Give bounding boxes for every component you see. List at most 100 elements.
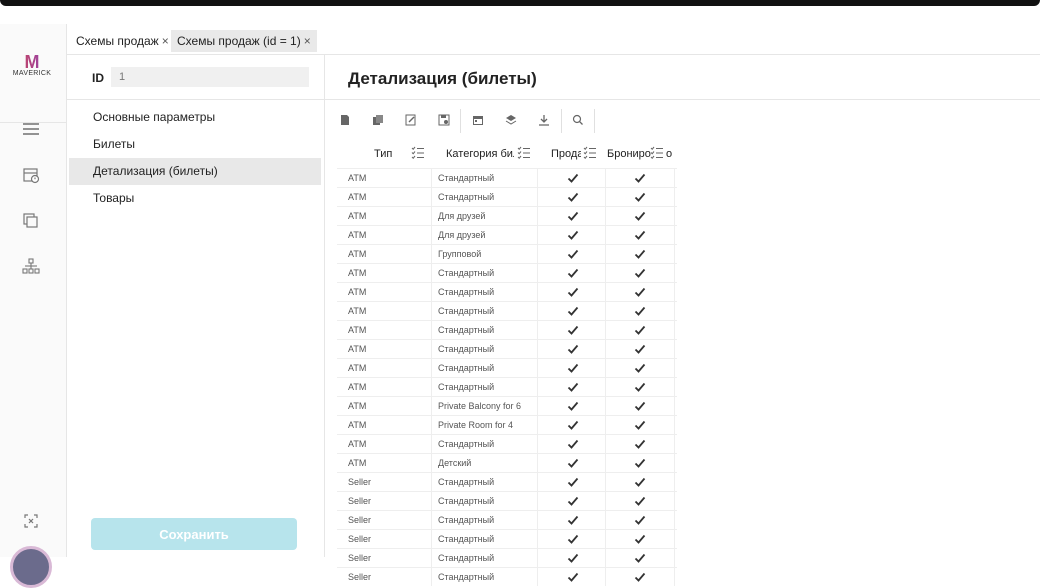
table-row[interactable]: ATM Стандартный bbox=[337, 263, 677, 282]
table-row[interactable]: ATM Стандартный bbox=[337, 282, 677, 301]
cell-type: ATM bbox=[348, 401, 367, 411]
check-icon bbox=[567, 476, 579, 488]
col-header-booking[interactable]: Брониро bbox=[607, 148, 651, 160]
table-row[interactable]: ATM Стандартный bbox=[337, 358, 677, 377]
tab-sales-schemes[interactable]: Схемы продаж × bbox=[70, 30, 175, 52]
edit-icon[interactable] bbox=[399, 107, 423, 133]
table-row[interactable]: Seller Стандартный bbox=[337, 548, 677, 567]
cell-type: ATM bbox=[348, 344, 367, 354]
table-row[interactable]: ATM Стандартный bbox=[337, 377, 677, 396]
table-row[interactable]: ATM Групповой bbox=[337, 244, 677, 263]
table-row[interactable]: Seller Стандартный bbox=[337, 491, 677, 510]
table-row[interactable]: ATM Стандартный bbox=[337, 168, 677, 187]
collapse-icon[interactable] bbox=[20, 510, 42, 532]
record-id-row: ID bbox=[66, 55, 324, 100]
tickets-grid: Тип Категория биле Прода Брониро о ATM Ст… bbox=[337, 140, 677, 586]
col-header-type[interactable]: Тип bbox=[374, 148, 392, 160]
cell-type: Seller bbox=[348, 477, 372, 487]
column-divider bbox=[605, 168, 606, 586]
table-row[interactable]: Seller Стандартный bbox=[337, 472, 677, 491]
table-row[interactable]: ATM Стандартный bbox=[337, 434, 677, 453]
user-avatar[interactable] bbox=[10, 546, 52, 588]
cell-category: Детский bbox=[438, 458, 472, 468]
tab-label: Схемы продаж bbox=[76, 34, 159, 48]
table-row[interactable]: ATM Стандартный bbox=[337, 187, 677, 206]
cell-type: ATM bbox=[348, 325, 367, 335]
check-icon bbox=[634, 476, 646, 488]
cell-category: Стандартный bbox=[438, 287, 495, 297]
check-icon bbox=[567, 172, 579, 184]
cell-category: Стандартный bbox=[438, 306, 495, 316]
tab-sales-scheme-1[interactable]: Схемы продаж (id = 1) × bbox=[171, 30, 317, 52]
cell-type: ATM bbox=[348, 382, 367, 392]
nav-item-ticket-details[interactable]: Детализация (билеты) bbox=[69, 158, 321, 185]
column-divider bbox=[431, 168, 432, 586]
check-icon bbox=[567, 324, 579, 336]
table-row[interactable]: Seller Стандартный bbox=[337, 567, 677, 586]
cell-category: Стандартный bbox=[438, 382, 495, 392]
table-row[interactable]: ATM Private Room for 4 bbox=[337, 415, 677, 434]
check-icon bbox=[634, 191, 646, 203]
table-row[interactable]: Seller Стандартный bbox=[337, 510, 677, 529]
close-icon[interactable]: × bbox=[162, 34, 169, 48]
check-icon bbox=[567, 533, 579, 545]
file-icon[interactable] bbox=[333, 107, 357, 133]
nav-item-tickets[interactable]: Билеты bbox=[69, 131, 321, 158]
check-icon bbox=[634, 457, 646, 469]
cell-category: Стандартный bbox=[438, 553, 495, 563]
calendar-clock-icon[interactable] bbox=[20, 164, 42, 186]
cell-type: ATM bbox=[348, 306, 367, 316]
hierarchy-icon[interactable] bbox=[20, 256, 42, 278]
col-header-category[interactable]: Категория биле bbox=[446, 148, 514, 160]
col-header-trailing[interactable]: о bbox=[666, 148, 672, 160]
toolbar-separator bbox=[460, 109, 461, 133]
copy-icon[interactable] bbox=[366, 107, 390, 133]
id-field[interactable] bbox=[111, 67, 309, 87]
save-button[interactable]: Сохранить bbox=[91, 518, 297, 550]
cell-category: Private Room for 4 bbox=[438, 420, 514, 430]
cell-category: Стандартный bbox=[438, 173, 495, 183]
close-icon[interactable]: × bbox=[304, 34, 311, 48]
column-filter-icon[interactable] bbox=[517, 146, 531, 160]
menu-icon[interactable] bbox=[20, 118, 42, 140]
check-icon bbox=[567, 438, 579, 450]
search-icon[interactable] bbox=[566, 107, 590, 133]
calendar-icon[interactable] bbox=[466, 107, 490, 133]
cell-category: Групповой bbox=[438, 249, 482, 259]
check-icon bbox=[567, 362, 579, 374]
cell-type: Seller bbox=[348, 534, 372, 544]
cell-type: ATM bbox=[348, 458, 367, 468]
window-top-edge bbox=[0, 0, 1040, 6]
cell-type: ATM bbox=[348, 420, 367, 430]
save-icon[interactable] bbox=[432, 107, 456, 133]
check-icon bbox=[634, 267, 646, 279]
layers-icon[interactable] bbox=[499, 107, 523, 133]
column-filter-icon[interactable] bbox=[650, 146, 664, 160]
maverick-logo[interactable]: M MAVERICK bbox=[6, 53, 58, 77]
cell-type: ATM bbox=[348, 249, 367, 259]
col-header-sale[interactable]: Прода bbox=[551, 148, 581, 160]
cell-type: Seller bbox=[348, 515, 372, 525]
cell-type: ATM bbox=[348, 439, 367, 449]
cell-category: Для друзей bbox=[438, 230, 486, 240]
table-row[interactable]: ATM Стандартный bbox=[337, 339, 677, 358]
nav-item-main-params[interactable]: Основные параметры bbox=[69, 104, 321, 131]
copy-pages-icon[interactable] bbox=[20, 210, 42, 232]
check-icon bbox=[567, 229, 579, 241]
table-row[interactable]: ATM Для друзей bbox=[337, 225, 677, 244]
download-icon[interactable] bbox=[532, 107, 556, 133]
column-filter-icon[interactable] bbox=[411, 146, 425, 160]
column-divider bbox=[537, 168, 538, 586]
cell-category: Стандартный bbox=[438, 534, 495, 544]
check-icon bbox=[567, 343, 579, 355]
column-filter-icon[interactable] bbox=[583, 146, 597, 160]
table-row[interactable]: ATM Детский bbox=[337, 453, 677, 472]
table-row[interactable]: ATM Стандартный bbox=[337, 301, 677, 320]
check-icon bbox=[567, 552, 579, 564]
check-icon bbox=[567, 381, 579, 393]
table-row[interactable]: Seller Стандартный bbox=[337, 529, 677, 548]
table-row[interactable]: ATM Private Balcony for 6 bbox=[337, 396, 677, 415]
nav-item-goods[interactable]: Товары bbox=[69, 185, 321, 212]
table-row[interactable]: ATM Для друзей bbox=[337, 206, 677, 225]
table-row[interactable]: ATM Стандартный bbox=[337, 320, 677, 339]
